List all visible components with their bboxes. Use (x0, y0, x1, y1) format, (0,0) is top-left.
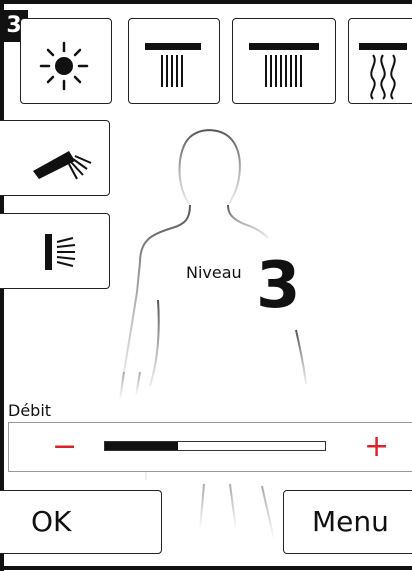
shower-control-screen: 3 Niveau 3 Débit − + OK Menu (0, 0, 412, 571)
ok-button[interactable]: OK (0, 490, 162, 554)
spray-mode-button-hand-shower[interactable] (0, 120, 110, 196)
shower-massage-icon (359, 43, 407, 100)
level-label: Niveau (186, 263, 242, 282)
spray-mode-button-side-jet[interactable] (0, 213, 110, 289)
side-jet-icon (45, 234, 76, 270)
flow-increase-button[interactable]: + (364, 429, 389, 465)
shower-wide-icon (249, 43, 319, 87)
flow-slider-fill (105, 442, 178, 450)
spray-mode-button-massage[interactable] (348, 18, 412, 104)
level-value: 3 (256, 249, 301, 323)
flow-decrease-button[interactable]: − (52, 429, 77, 465)
menu-button[interactable]: Menu (283, 490, 412, 554)
shower-narrow-icon (145, 43, 201, 87)
spray-mode-button-narrow[interactable] (128, 18, 220, 104)
menu-button-label: Menu (312, 505, 389, 538)
flow-label: Débit (8, 401, 52, 420)
spray-mode-button-rain[interactable] (20, 18, 112, 104)
hand-shower-icon (33, 151, 92, 180)
sun-icon (39, 41, 89, 91)
spray-mode-button-wide[interactable] (232, 18, 336, 104)
ok-button-label: OK (31, 505, 72, 538)
flow-slider-track[interactable] (104, 441, 326, 451)
